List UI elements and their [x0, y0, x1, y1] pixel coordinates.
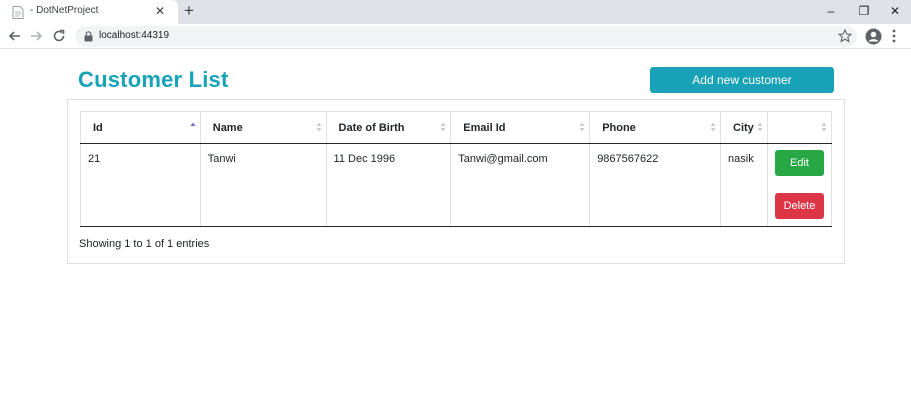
new-tab-button[interactable]: +: [181, 1, 197, 21]
page-title: Customer List: [78, 67, 229, 92]
sort-icon: [710, 122, 716, 132]
customer-table: Id Name Date of Birth Email Id Phone Cit…: [80, 111, 833, 227]
column-header-label: Name: [212, 121, 243, 134]
column-header-phone[interactable]: Phone: [589, 111, 722, 144]
cell-name: Tanwi: [199, 143, 327, 227]
browser-toolbar: localhost:44319: [0, 24, 911, 49]
reload-icon[interactable]: [51, 28, 67, 44]
tab-close-icon[interactable]: ✕: [155, 4, 165, 18]
column-header-label: Date of Birth: [338, 121, 405, 134]
sort-icon: [579, 122, 585, 132]
column-header-email[interactable]: Email Id: [450, 111, 591, 144]
cell-city: nasik: [720, 143, 768, 227]
back-icon[interactable]: [7, 28, 23, 44]
delete-button[interactable]: Delete: [774, 193, 824, 219]
column-header-name[interactable]: Name: [199, 111, 327, 144]
table-header-row: Id Name Date of Birth Email Id Phone Cit…: [80, 111, 833, 144]
sort-icon: [757, 122, 763, 132]
browser-tabstrip: - DotNetProject ✕ + – ❐ ✕: [0, 0, 911, 24]
sort-icon: [316, 122, 322, 132]
column-header-label: Phone: [602, 121, 636, 134]
column-header-city[interactable]: City: [720, 111, 768, 144]
table-info: Showing 1 to 1 of 1 entries: [79, 238, 210, 250]
cell-actions: Edit Delete: [766, 143, 833, 227]
restore-button[interactable]: ❐: [855, 2, 873, 20]
more-menu-icon[interactable]: [891, 29, 897, 43]
forward-icon[interactable]: [28, 28, 44, 44]
lock-icon: [84, 31, 93, 42]
browser-tab[interactable]: - DotNetProject ✕: [0, 0, 178, 24]
page-icon: [12, 6, 24, 19]
minimize-button[interactable]: –: [822, 2, 840, 20]
edit-button[interactable]: Edit: [774, 150, 824, 176]
column-header-dob[interactable]: Date of Birth: [325, 111, 452, 144]
column-header-actions[interactable]: [766, 111, 833, 144]
customer-table-card: Id Name Date of Birth Email Id Phone Cit…: [67, 99, 845, 264]
address-bar[interactable]: localhost:44319: [75, 26, 857, 47]
column-header-label: Email Id: [463, 121, 506, 134]
tab-title: - DotNetProject: [30, 5, 99, 16]
bookmark-star-icon[interactable]: [838, 29, 852, 43]
cell-phone: 9867567622: [589, 143, 722, 227]
add-customer-button[interactable]: Add new customer: [650, 67, 834, 93]
sort-icon: [440, 122, 446, 132]
cell-id: 21: [80, 143, 201, 227]
url-text: localhost:44319: [99, 30, 170, 41]
sort-ascending-icon: [190, 122, 196, 126]
column-header-label: City: [733, 121, 754, 134]
profile-icon[interactable]: [865, 28, 882, 45]
cell-email: Tanwi@gmail.com: [450, 143, 591, 227]
cell-dob: 11 Dec 1996: [325, 143, 452, 227]
close-window-button[interactable]: ✕: [886, 2, 904, 20]
sort-icon: [821, 122, 827, 132]
column-header-label: Id: [93, 121, 103, 134]
table-row: 21 Tanwi 11 Dec 1996 Tanwi@gmail.com 986…: [80, 143, 833, 227]
column-header-id[interactable]: Id: [80, 111, 201, 144]
